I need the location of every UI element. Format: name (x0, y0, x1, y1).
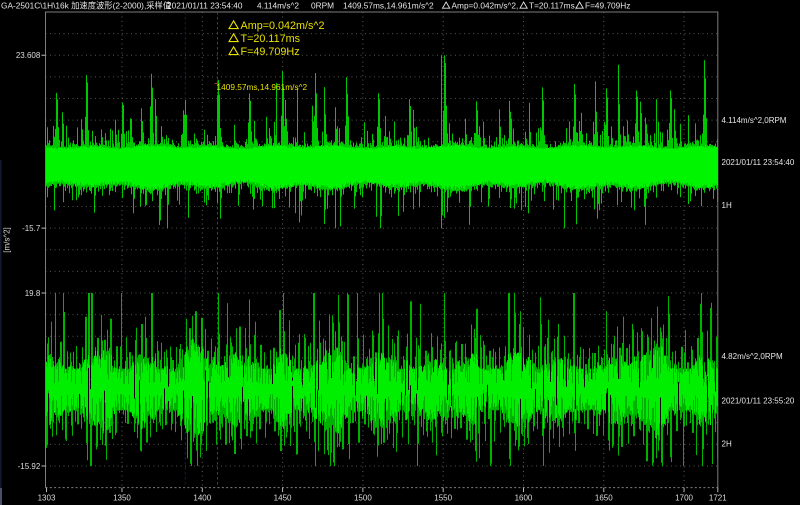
svg-text:Amp=0.042m/s^2: Amp=0.042m/s^2 (241, 20, 325, 32)
svg-text:1409.57ms,14.961m/s^2: 1409.57ms,14.961m/s^2 (343, 0, 434, 10)
svg-text:1650: 1650 (595, 494, 613, 503)
svg-text:1550: 1550 (434, 494, 452, 503)
svg-text:2021/01/11 23:55:20: 2021/01/11 23:55:20 (722, 396, 795, 405)
svg-text:1450: 1450 (274, 494, 292, 503)
svg-text:T=20.117ms,: T=20.117ms, (529, 0, 577, 10)
svg-text:0RPM: 0RPM (311, 0, 334, 10)
svg-text:1409.57ms,14.961m/s^2: 1409.57ms,14.961m/s^2 (217, 82, 308, 92)
svg-text:1500: 1500 (354, 494, 372, 503)
svg-text:4.82m/s^2,0RPM: 4.82m/s^2,0RPM (722, 352, 783, 361)
svg-text:1400: 1400 (193, 494, 211, 503)
svg-text:1H: 1H (722, 201, 732, 210)
svg-text:F=49.709Hz: F=49.709Hz (585, 0, 630, 10)
svg-text:1700: 1700 (675, 494, 693, 503)
svg-text:[m/s^2]: [m/s^2] (3, 227, 12, 253)
svg-text:23.608: 23.608 (16, 51, 41, 60)
svg-text:2021/01/11 23:54:40: 2021/01/11 23:54:40 (167, 0, 243, 10)
svg-text:4.114m/s^2,0RPM: 4.114m/s^2,0RPM (722, 116, 787, 125)
svg-text:1350: 1350 (113, 494, 131, 503)
svg-text:F=49.709Hz: F=49.709Hz (241, 46, 300, 58)
svg-text:1600: 1600 (515, 494, 533, 503)
svg-text:Amp=0.042m/s^2,: Amp=0.042m/s^2, (452, 0, 519, 10)
svg-text:2H: 2H (722, 439, 732, 448)
svg-text:1303: 1303 (38, 494, 56, 503)
svg-text:19.8: 19.8 (25, 289, 41, 298)
svg-text:T=20.117ms: T=20.117ms (241, 33, 301, 45)
svg-text:1721: 1721 (709, 494, 727, 503)
svg-text:4.114m/s^2: 4.114m/s^2 (257, 0, 299, 10)
svg-text:-15.7: -15.7 (22, 224, 41, 233)
svg-text:-15.92: -15.92 (18, 462, 41, 471)
svg-text:2021/01/11 23:54:40: 2021/01/11 23:54:40 (722, 158, 795, 167)
svg-text:GA-2501C\1H\16k 加速度波形(2-2000),: GA-2501C\1H\16k 加速度波形(2-2000),采样值 (1, 0, 171, 10)
